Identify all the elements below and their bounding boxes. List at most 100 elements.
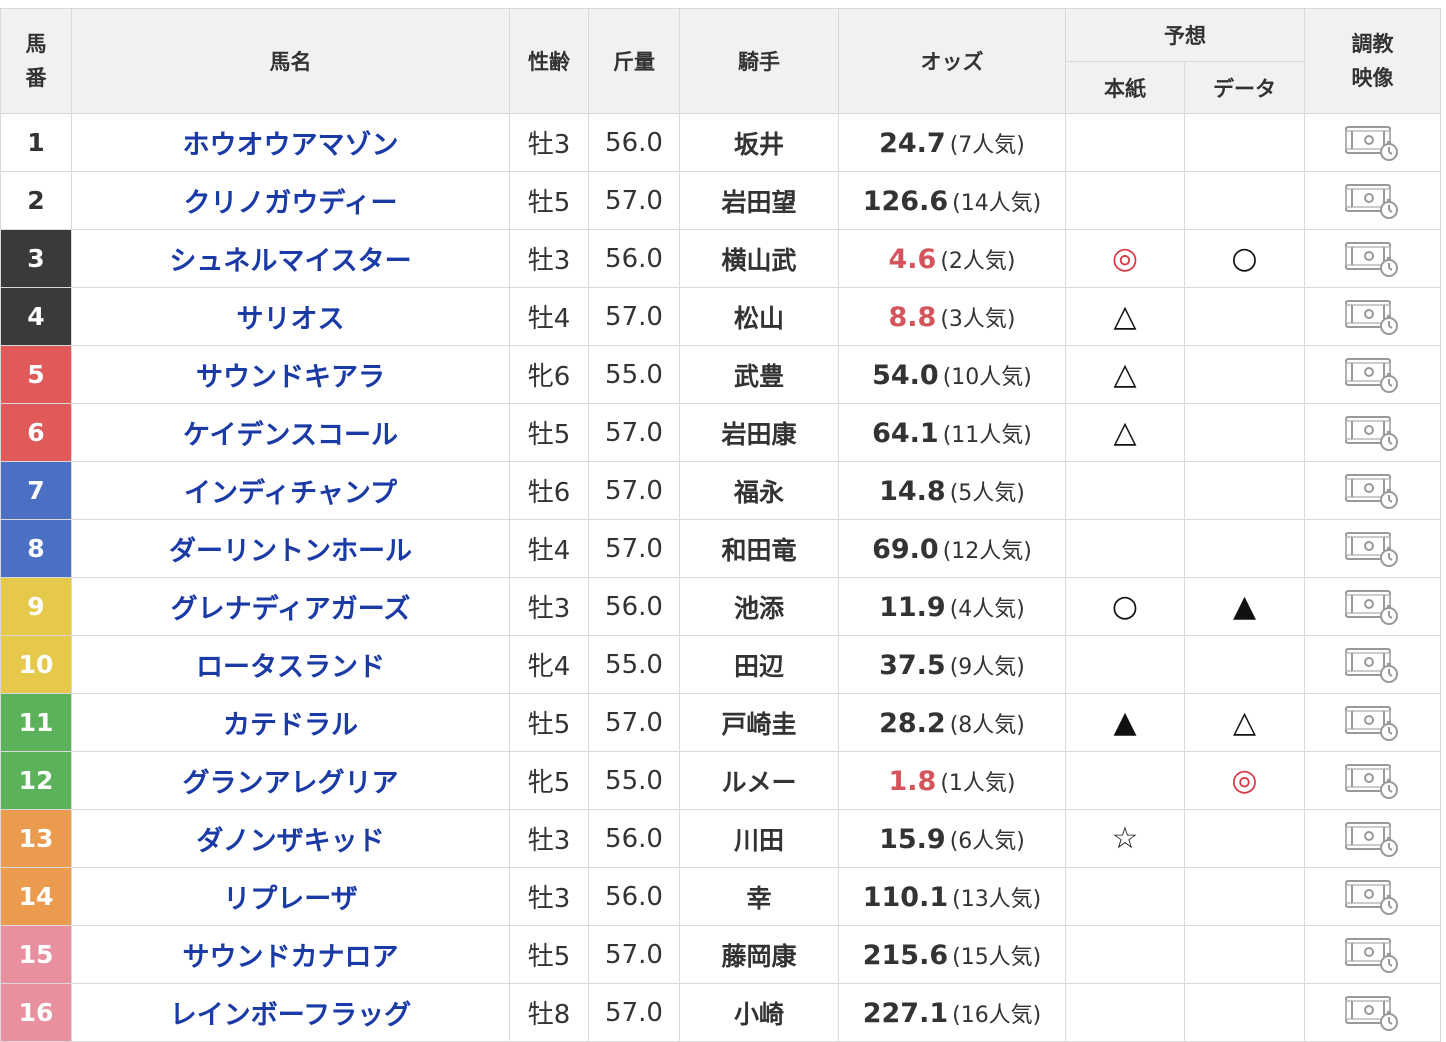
horse-weight: 57.0 <box>588 519 680 578</box>
odds-cell: 215.6 (15人気) <box>838 925 1066 984</box>
training-video-button[interactable] <box>1304 403 1441 462</box>
popularity-rank: (11人気) <box>942 422 1032 448</box>
training-video-icon <box>1344 125 1398 161</box>
paper-prediction-mark <box>1065 519 1185 578</box>
table-row: 6 ケイデンスコール 牡5 57.0 岩田康 64.1 (11人気) △ <box>0 403 1441 462</box>
popularity-rank: (5人気) <box>949 480 1025 506</box>
horse-name-link[interactable]: レインボーフラッグ <box>71 983 510 1042</box>
training-video-icon <box>1344 357 1398 393</box>
horse-name-link[interactable]: リプレーザ <box>71 867 510 926</box>
training-video-button[interactable] <box>1304 171 1441 230</box>
odds-value: 4.6 <box>888 243 937 275</box>
horse-name-link[interactable]: グレナディアガーズ <box>71 577 510 636</box>
table-row: 5 サウンドキアラ 牝6 55.0 武豊 54.0 (10人気) △ <box>0 345 1441 404</box>
paper-mark-symbol: △ <box>1113 357 1137 392</box>
odds-value: 15.9 <box>879 823 946 855</box>
data-mark-symbol: △ <box>1232 705 1257 740</box>
horse-sex-age: 牡3 <box>509 113 589 172</box>
odds-value: 54.0 <box>872 359 939 391</box>
paper-mark-symbol: ▲ <box>1113 705 1137 740</box>
odds-cell: 126.6 (14人気) <box>838 171 1066 230</box>
training-video-button[interactable] <box>1304 693 1441 752</box>
table-row: 11 カテドラル 牡5 57.0 戸崎圭 28.2 (8人気) ▲ △ <box>0 693 1441 752</box>
odds-value: 227.1 <box>862 997 949 1029</box>
horse-name-link[interactable]: インディチャンプ <box>71 461 510 520</box>
training-video-button[interactable] <box>1304 751 1441 810</box>
horse-name-link[interactable]: カテドラル <box>71 693 510 752</box>
horse-sex-age: 牝6 <box>509 345 589 404</box>
horse-name-link[interactable]: サウンドキアラ <box>71 345 510 404</box>
horse-weight: 57.0 <box>588 461 680 520</box>
horse-number: 5 <box>0 345 72 404</box>
odds-cell: 11.9 (4人気) <box>838 577 1066 636</box>
horse-weight: 56.0 <box>588 867 680 926</box>
training-video-button[interactable] <box>1304 635 1441 694</box>
horse-sex-age: 牝5 <box>509 751 589 810</box>
popularity-rank: (12人気) <box>942 538 1032 564</box>
training-video-button[interactable] <box>1304 809 1441 868</box>
training-video-icon <box>1344 241 1398 277</box>
odds-cell: 4.6 (2人気) <box>838 229 1066 288</box>
paper-prediction-mark <box>1065 113 1185 172</box>
popularity-rank: (8人気) <box>949 712 1025 738</box>
training-video-button[interactable] <box>1304 519 1441 578</box>
paper-prediction-mark: ▲ <box>1065 693 1185 752</box>
horse-sex-age: 牡4 <box>509 287 589 346</box>
table-row: 1 ホウオウアマゾン 牡3 56.0 坂井 24.7 (7人気) <box>0 113 1441 172</box>
table-row: 2 クリノガウディー 牡5 57.0 岩田望 126.6 (14人気) <box>0 171 1441 230</box>
horse-number: 10 <box>0 635 72 694</box>
header-sex-age: 性齢 <box>509 8 589 114</box>
header-training-video-bottom: 映像 <box>1351 66 1394 90</box>
popularity-rank: (6人気) <box>949 828 1025 854</box>
training-video-button[interactable] <box>1304 345 1441 404</box>
horse-weight: 56.0 <box>588 113 680 172</box>
data-mark-symbol: ◎ <box>1231 763 1258 798</box>
horse-sex-age: 牡5 <box>509 171 589 230</box>
training-video-button[interactable] <box>1304 113 1441 172</box>
horse-number: 11 <box>0 693 72 752</box>
paper-prediction-mark: ☆ <box>1065 809 1185 868</box>
training-video-button[interactable] <box>1304 229 1441 288</box>
training-video-button[interactable] <box>1304 577 1441 636</box>
race-entry-table: 馬番 馬名 性齢 斤量 騎手 オッズ 予想 調教 映像 本紙 データ 1 ホウオウ… <box>0 8 1441 1042</box>
training-video-button[interactable] <box>1304 983 1441 1042</box>
popularity-rank: (2人気) <box>940 248 1016 274</box>
table-row: 14 リプレーザ 牡3 56.0 幸 110.1 (13人気) <box>0 867 1441 926</box>
paper-prediction-mark <box>1065 867 1185 926</box>
horse-weight: 57.0 <box>588 693 680 752</box>
training-video-icon <box>1344 415 1398 451</box>
horse-name-link[interactable]: グランアレグリア <box>71 751 510 810</box>
paper-prediction-mark <box>1065 635 1185 694</box>
odds-value: 126.6 <box>862 185 949 217</box>
header-umaban: 馬番 <box>0 8 72 114</box>
table-row: 4 サリオス 牡4 57.0 松山 8.8 (3人気) △ <box>0 287 1441 346</box>
horse-name-link[interactable]: シュネルマイスター <box>71 229 510 288</box>
horse-sex-age: 牡3 <box>509 809 589 868</box>
horse-name-link[interactable]: ダーリントンホール <box>71 519 510 578</box>
training-video-button[interactable] <box>1304 867 1441 926</box>
odds-cell: 15.9 (6人気) <box>838 809 1066 868</box>
horse-name-link[interactable]: サウンドカナロア <box>71 925 510 984</box>
data-prediction-mark <box>1184 635 1305 694</box>
jockey-name: 藤岡康 <box>679 925 839 984</box>
training-video-icon <box>1344 589 1398 625</box>
horse-name-link[interactable]: ホウオウアマゾン <box>71 113 510 172</box>
training-video-button[interactable] <box>1304 287 1441 346</box>
horse-name-link[interactable]: ダノンザキッド <box>71 809 510 868</box>
horse-name-link[interactable]: ケイデンスコール <box>71 403 510 462</box>
horse-name-link[interactable]: ロータスランド <box>71 635 510 694</box>
horse-name-link[interactable]: クリノガウディー <box>71 171 510 230</box>
data-prediction-mark <box>1184 113 1305 172</box>
table-row: 7 インディチャンプ 牡6 57.0 福永 14.8 (5人気) <box>0 461 1441 520</box>
horse-weight: 57.0 <box>588 925 680 984</box>
horse-name-link[interactable]: サリオス <box>71 287 510 346</box>
odds-cell: 54.0 (10人気) <box>838 345 1066 404</box>
popularity-rank: (4人気) <box>949 596 1025 622</box>
training-video-button[interactable] <box>1304 925 1441 984</box>
horse-sex-age: 牡5 <box>509 925 589 984</box>
header-jockey: 騎手 <box>679 8 839 114</box>
training-video-button[interactable] <box>1304 461 1441 520</box>
paper-prediction-mark <box>1065 925 1185 984</box>
paper-prediction-mark: ◎ <box>1065 229 1185 288</box>
table-row: 13 ダノンザキッド 牡3 56.0 川田 15.9 (6人気) ☆ <box>0 809 1441 868</box>
